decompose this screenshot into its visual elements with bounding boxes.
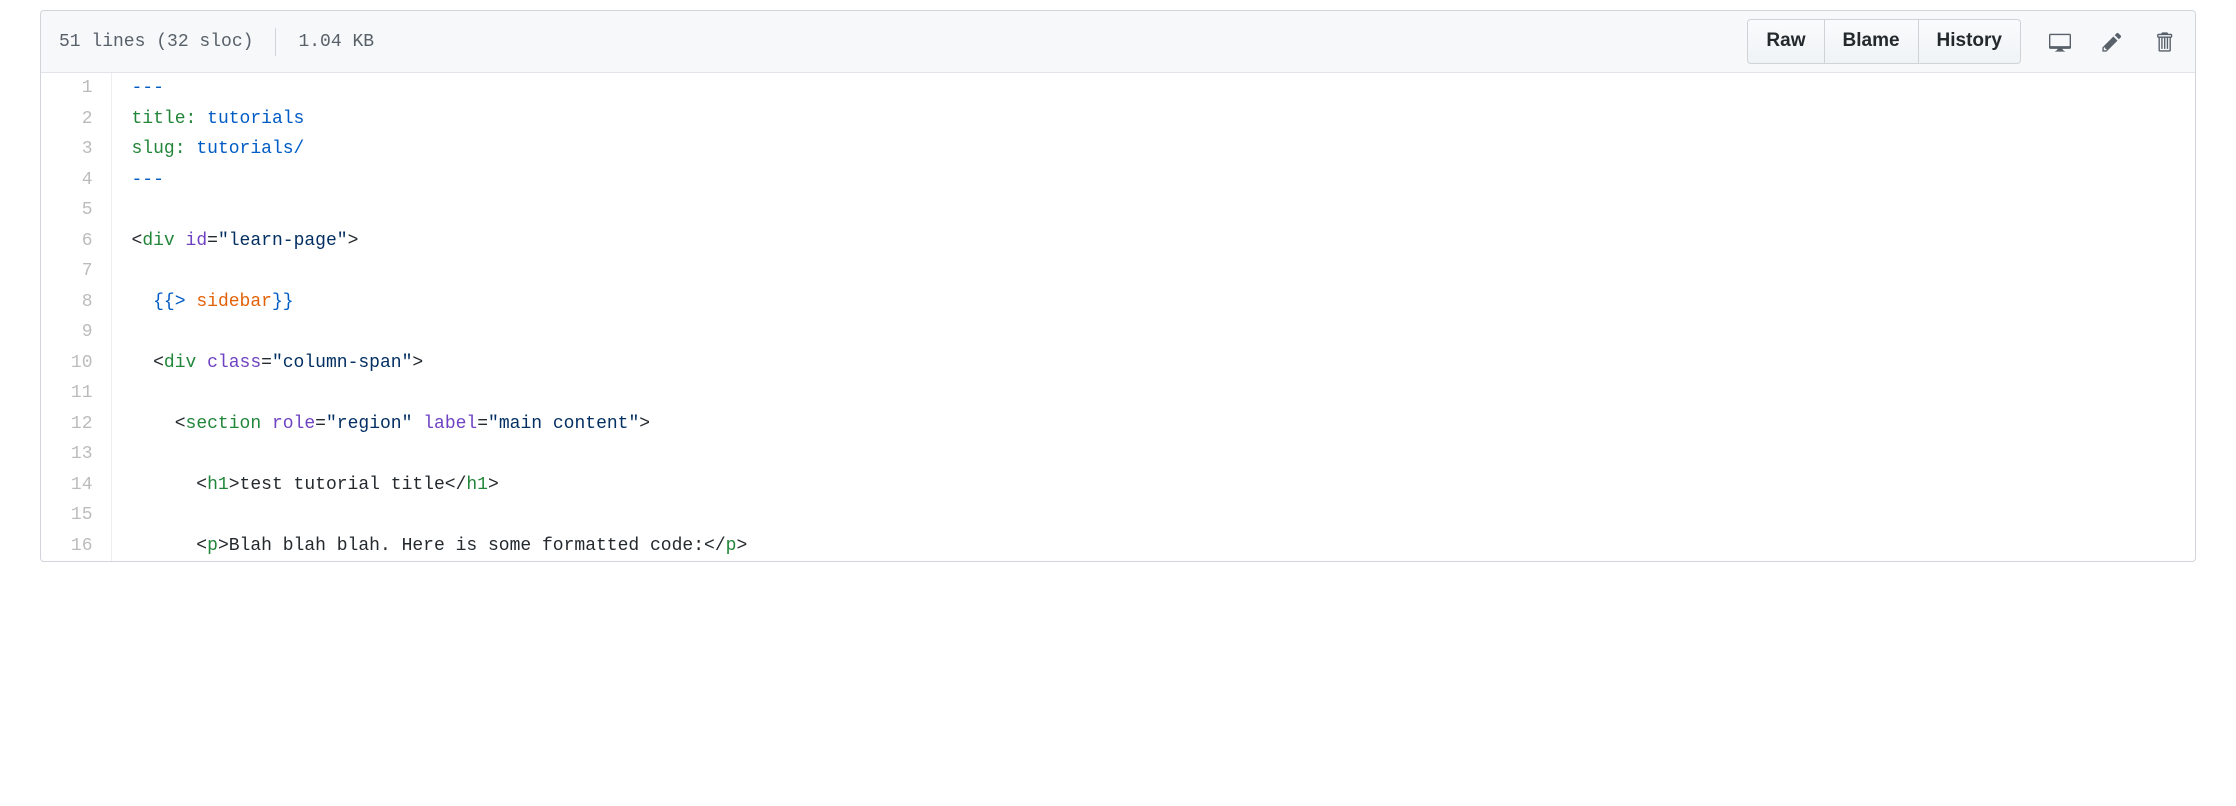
line-number[interactable]: 1 [41, 73, 111, 104]
code-line: 3slug: tutorials/ [41, 134, 2195, 165]
line-number[interactable]: 13 [41, 439, 111, 470]
line-number[interactable]: 5 [41, 195, 111, 226]
line-number[interactable]: 8 [41, 287, 111, 318]
line-content: <div class="column-span"> [111, 348, 2195, 379]
line-content [111, 439, 2195, 470]
code-line: 2title: tutorials [41, 104, 2195, 135]
line-number[interactable]: 11 [41, 378, 111, 409]
code-line: 11 [41, 378, 2195, 409]
code-line: 14 <h1>test tutorial title</h1> [41, 470, 2195, 501]
line-number[interactable]: 7 [41, 256, 111, 287]
file-action-button-group: Raw Blame History [1747, 19, 2021, 64]
code-line: 10 <div class="column-span"> [41, 348, 2195, 379]
line-count: 51 lines (32 sloc) [59, 32, 253, 52]
line-number[interactable]: 3 [41, 134, 111, 165]
line-number[interactable]: 14 [41, 470, 111, 501]
code-line: 13 [41, 439, 2195, 470]
code-line: 16 <p>Blah blah blah. Here is some forma… [41, 531, 2195, 562]
line-content [111, 500, 2195, 531]
code-line: 8 {{> sidebar}} [41, 287, 2195, 318]
pencil-icon[interactable] [2099, 29, 2125, 55]
desktop-icon[interactable] [2047, 29, 2073, 55]
history-button[interactable]: History [1919, 19, 2021, 64]
line-content: --- [111, 73, 2195, 104]
code-line: 9 [41, 317, 2195, 348]
line-number[interactable]: 10 [41, 348, 111, 379]
file-header: 51 lines (32 sloc) 1.04 KB Raw Blame His… [41, 11, 2195, 73]
line-content: --- [111, 165, 2195, 196]
code-line: 7 [41, 256, 2195, 287]
file-size: 1.04 KB [298, 32, 374, 52]
line-number[interactable]: 9 [41, 317, 111, 348]
file-container: 51 lines (32 sloc) 1.04 KB Raw Blame His… [40, 10, 2196, 562]
code-line: 1--- [41, 73, 2195, 104]
line-content: <section role="region" label="main conte… [111, 409, 2195, 440]
line-content: slug: tutorials/ [111, 134, 2195, 165]
line-content: title: tutorials [111, 104, 2195, 135]
file-info-divider [275, 28, 276, 56]
file-info: 51 lines (32 sloc) 1.04 KB [59, 28, 374, 56]
line-content: {{> sidebar}} [111, 287, 2195, 318]
line-number[interactable]: 6 [41, 226, 111, 257]
code-line: 4--- [41, 165, 2195, 196]
line-content [111, 195, 2195, 226]
file-actions: Raw Blame History [1747, 19, 2177, 64]
code-line: 6<div id="learn-page"> [41, 226, 2195, 257]
code-line: 15 [41, 500, 2195, 531]
trash-icon[interactable] [2151, 29, 2177, 55]
line-number[interactable]: 12 [41, 409, 111, 440]
raw-button[interactable]: Raw [1747, 19, 1824, 64]
line-content [111, 378, 2195, 409]
line-number[interactable]: 16 [41, 531, 111, 562]
code-line: 5 [41, 195, 2195, 226]
blame-button[interactable]: Blame [1825, 19, 1919, 64]
code-line: 12 <section role="region" label="main co… [41, 409, 2195, 440]
line-content: <p>Blah blah blah. Here is some formatte… [111, 531, 2195, 562]
line-number[interactable]: 2 [41, 104, 111, 135]
line-content: <div id="learn-page"> [111, 226, 2195, 257]
line-content: <h1>test tutorial title</h1> [111, 470, 2195, 501]
line-content [111, 317, 2195, 348]
line-content [111, 256, 2195, 287]
code-table: 1---2title: tutorials3slug: tutorials/4-… [41, 73, 2195, 561]
line-number[interactable]: 15 [41, 500, 111, 531]
line-number[interactable]: 4 [41, 165, 111, 196]
